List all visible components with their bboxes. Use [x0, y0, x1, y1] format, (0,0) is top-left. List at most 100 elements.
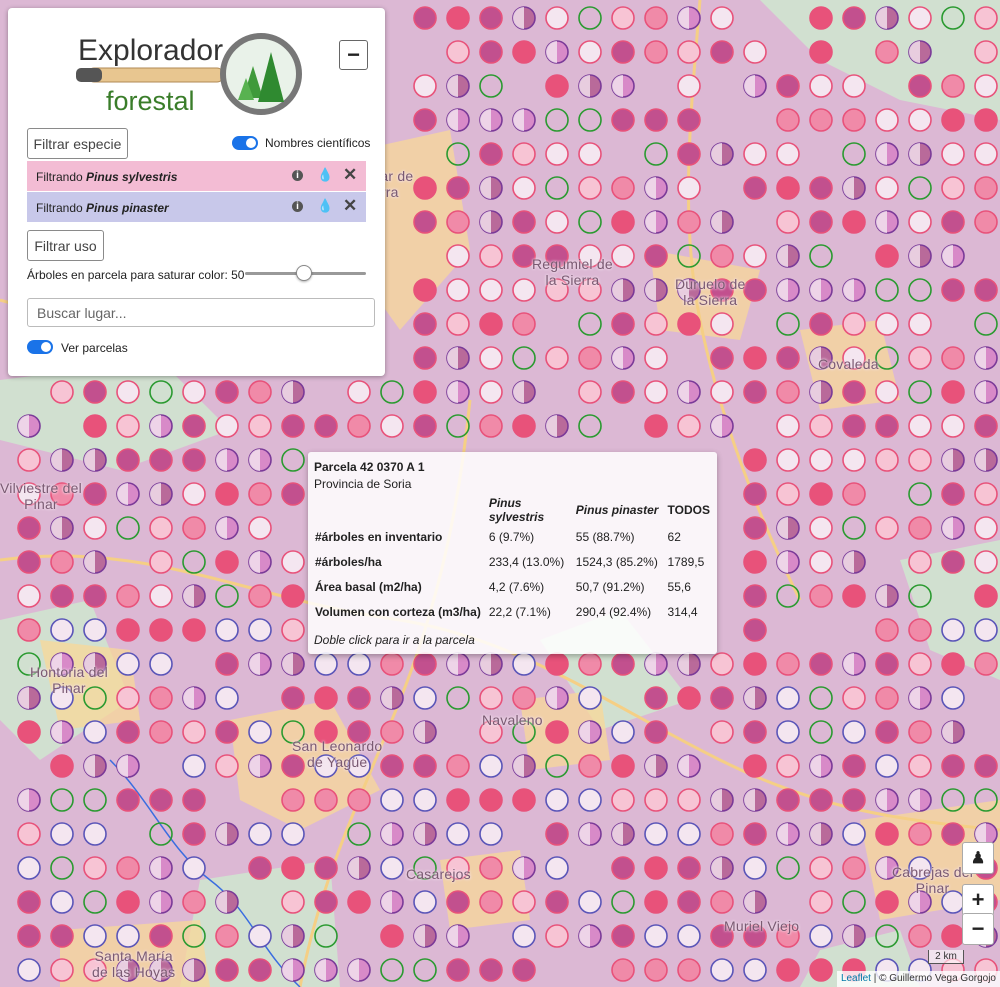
leaflet-link[interactable]: Leaflet: [841, 973, 871, 984]
plot-marker: [677, 958, 701, 982]
plot-marker: [908, 516, 932, 540]
plot-marker: [908, 108, 932, 132]
plot-marker: [83, 380, 107, 404]
row-label: #árboles/ha: [315, 555, 382, 569]
table-header: Pinus sylvestris: [488, 496, 545, 524]
plot-marker: [281, 584, 305, 608]
plot-marker: [908, 6, 932, 30]
plot-marker: [578, 686, 602, 710]
plot-marker: [974, 754, 998, 778]
table-cell: 50,7 (91.2%): [575, 580, 645, 594]
plot-marker: [842, 720, 866, 744]
search-place-input[interactable]: Buscar lugar...: [27, 298, 375, 327]
plot-marker: [413, 74, 437, 98]
plot-marker: [611, 244, 635, 268]
plot-marker: [545, 822, 569, 846]
plot-marker: [83, 516, 107, 540]
place-label: Casarejos: [406, 866, 471, 882]
plot-marker: [710, 720, 734, 744]
plot-marker: [941, 278, 965, 302]
plot-marker: [116, 924, 140, 948]
color-drop-icon[interactable]: 💧: [317, 168, 333, 182]
color-drop-icon[interactable]: 💧: [317, 199, 333, 213]
plot-marker: [545, 142, 569, 166]
filter-text: Filtrando Pinus pinaster: [36, 201, 169, 215]
remove-filter-icon[interactable]: ✕: [343, 197, 357, 214]
plot-marker: [842, 448, 866, 472]
plot-marker: [446, 312, 470, 336]
plot-marker: [908, 414, 932, 438]
plot-marker: [644, 312, 668, 336]
filter-text: Filtrando Pinus sylvestris: [36, 170, 178, 184]
plot-marker: [611, 788, 635, 812]
plot-marker: [479, 856, 503, 880]
collapse-button[interactable]: −: [339, 40, 368, 70]
plot-marker: [545, 74, 569, 98]
plot-marker: [842, 856, 866, 880]
table-cell: 290,4 (92.4%): [575, 605, 652, 619]
plot-marker: [50, 618, 74, 642]
plot-marker: [17, 822, 41, 846]
scientific-names-toggle[interactable]: [232, 136, 258, 150]
plot-marker: [116, 890, 140, 914]
plot-stats-table: Pinus sylvestris Pinus pinaster TODOS #á…: [308, 494, 717, 625]
plot-marker: [644, 686, 668, 710]
remove-filter-icon[interactable]: ✕: [343, 166, 357, 183]
plot-marker: [677, 312, 701, 336]
place-label: Muriel Viejo: [724, 918, 800, 934]
plot-marker: [380, 856, 404, 880]
plot-marker: [743, 958, 767, 982]
plot-popup[interactable]: Parcela 42 0370 A 1 Provincia de Soria P…: [308, 452, 717, 654]
plot-marker: [611, 210, 635, 234]
plot-marker: [215, 380, 239, 404]
plot-marker: [545, 210, 569, 234]
plot-marker: [677, 686, 701, 710]
plot-marker: [413, 380, 437, 404]
row-label: #árboles en inventario: [315, 530, 443, 544]
plot-marker: [182, 516, 206, 540]
info-icon[interactable]: i: [292, 170, 303, 181]
plot-marker: [479, 788, 503, 812]
plot-marker: [446, 754, 470, 778]
show-plots-toggle[interactable]: [27, 340, 53, 354]
plot-marker: [875, 686, 899, 710]
plot-marker: [644, 346, 668, 370]
plot-marker: [644, 958, 668, 982]
plot-marker: [776, 210, 800, 234]
plot-marker: [776, 720, 800, 744]
plot-marker: [248, 482, 272, 506]
plot-marker: [677, 856, 701, 880]
species-filter-row: Filtrando Pinus pinaster i 💧 ✕: [27, 192, 366, 222]
info-icon[interactable]: i: [292, 201, 303, 212]
plot-marker: [644, 890, 668, 914]
plot-marker: [413, 686, 437, 710]
plot-marker: [578, 788, 602, 812]
zoom-out-button[interactable]: −: [962, 913, 994, 945]
filter-species-button[interactable]: Filtrar especie: [27, 128, 128, 159]
plot-marker: [446, 210, 470, 234]
street-view-button[interactable]: ♟: [962, 842, 994, 874]
plot-marker: [248, 618, 272, 642]
plot-marker: [611, 754, 635, 778]
filter-use-button[interactable]: Filtrar uso: [27, 230, 104, 261]
plot-marker: [314, 652, 338, 676]
table-cell: 4,2 (7.6%): [488, 580, 545, 594]
plot-marker: [941, 176, 965, 200]
saturation-label: Árboles en parcela para saturar color: 5…: [27, 268, 245, 282]
place-label: Vilviestre del Pinar: [0, 480, 82, 512]
plot-marker: [83, 924, 107, 948]
logo-subtitle: forestal: [106, 86, 195, 116]
plot-marker: [776, 482, 800, 506]
plot-marker: [842, 414, 866, 438]
plot-marker: [908, 312, 932, 336]
plot-marker: [479, 754, 503, 778]
plot-marker: [710, 244, 734, 268]
saturation-slider-handle[interactable]: [296, 265, 312, 281]
plot-marker: [677, 108, 701, 132]
plot-marker: [545, 652, 569, 676]
zoom-in-button[interactable]: +: [962, 884, 994, 916]
plot-marker: [215, 720, 239, 744]
plot-marker: [941, 754, 965, 778]
plot-marker: [941, 380, 965, 404]
plot-marker: [974, 482, 998, 506]
